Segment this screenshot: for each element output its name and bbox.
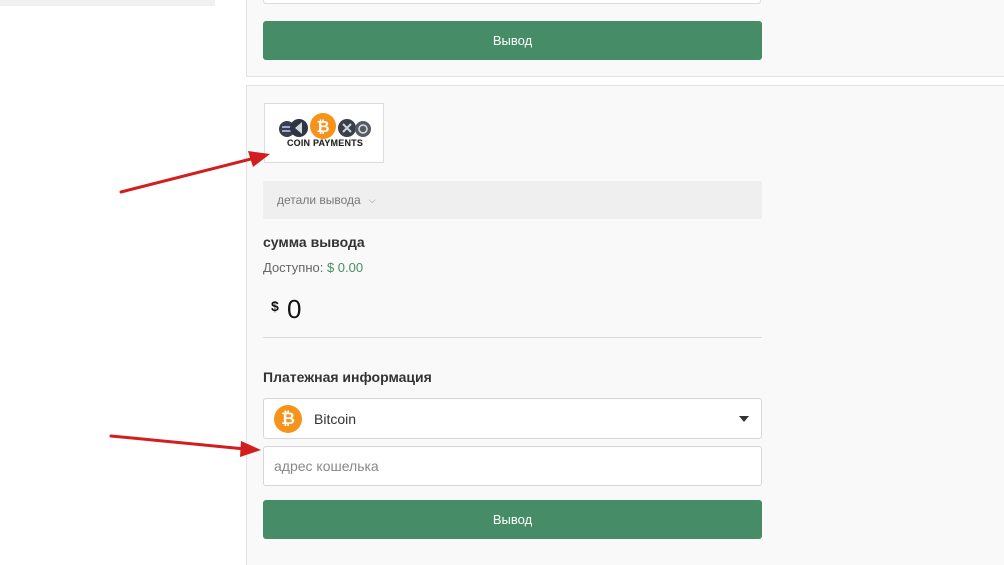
withdraw-button[interactable]: Вывод (263, 500, 762, 539)
left-sidebar-fragment (0, 0, 215, 6)
coinpayments-logo[interactable]: ₿ COIN PAYMENTS (264, 103, 384, 163)
withdraw-button-top[interactable]: Вывод (263, 21, 762, 60)
selected-currency: Bitcoin (314, 411, 357, 427)
previous-method-panel: Вывод (246, 0, 1004, 77)
withdrawal-details-toggle[interactable]: детали вывода ⌵ (263, 181, 762, 219)
amount-input[interactable] (287, 291, 487, 327)
coinpayments-logo-icon: ₿ (279, 113, 371, 139)
currency-symbol: $ (271, 298, 279, 314)
wallet-address-input[interactable] (263, 446, 762, 486)
available-balance: Доступно: $ 0.00 (263, 260, 363, 275)
payment-info-title: Платежная информация (263, 369, 432, 385)
chevron-down-icon: ⌵ (368, 194, 376, 205)
divider (263, 337, 762, 338)
available-label: Доступно: (263, 260, 324, 275)
available-value: $ 0.00 (326, 260, 364, 275)
bitcoin-icon: ₿ (274, 405, 302, 433)
details-toggle-label: детали вывода (277, 193, 361, 207)
annotation-arrow-icon (109, 434, 261, 457)
currency-select[interactable]: ₿ Bitcoin (263, 398, 762, 439)
caret-down-icon (739, 416, 749, 422)
amount-title: сумма вывода (263, 234, 365, 250)
logo-label: COIN PAYMENTS (286, 138, 364, 148)
svg-text:₿: ₿ (316, 118, 329, 136)
coinpayments-method-panel: ₿ COIN PAYMENTS детали вывода ⌵ сумма вы… (246, 85, 1004, 565)
previous-method-input[interactable] (263, 0, 761, 4)
